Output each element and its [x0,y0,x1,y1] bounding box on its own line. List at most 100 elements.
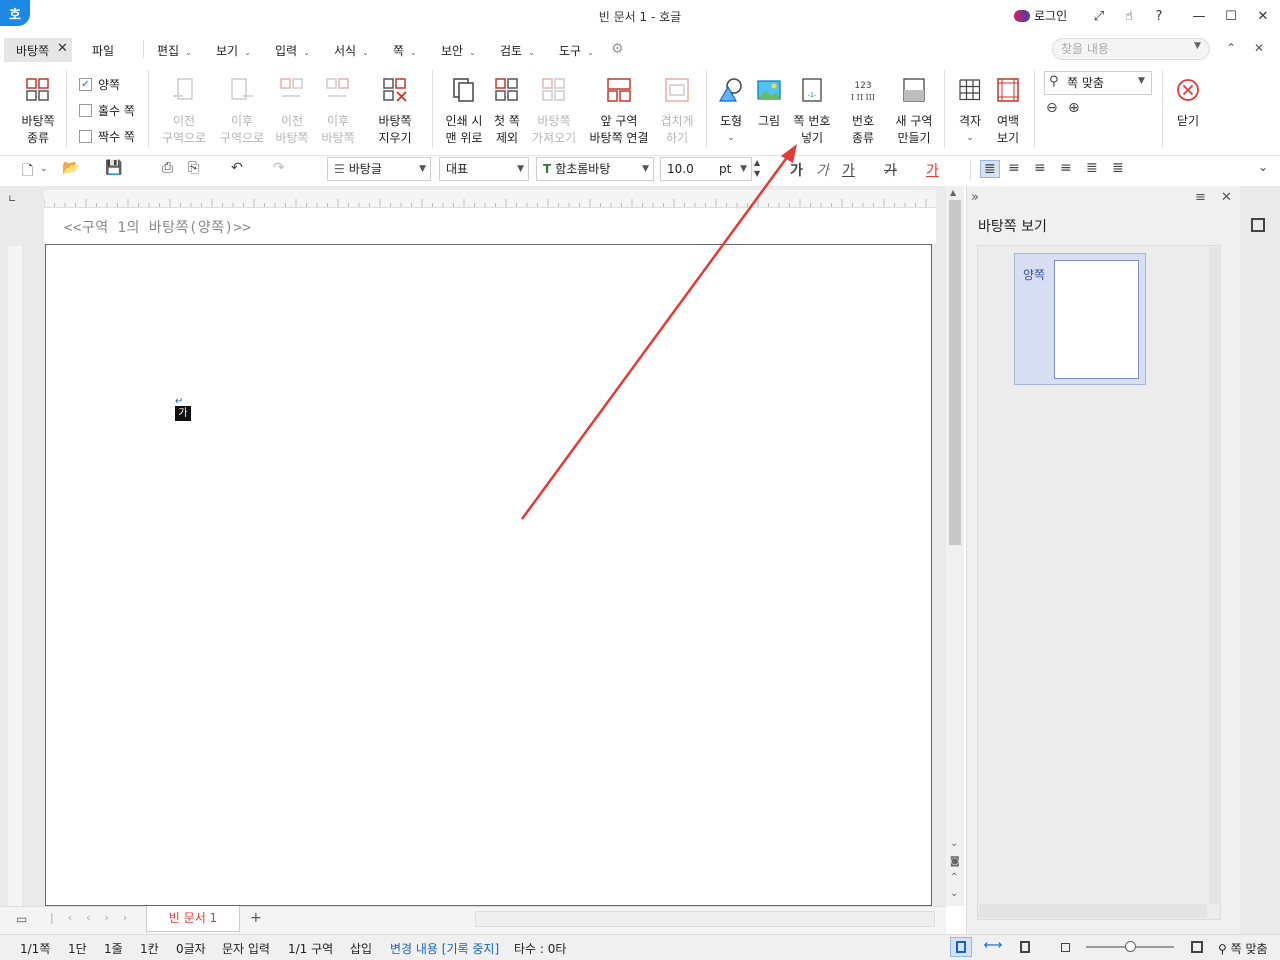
page-select-icon[interactable]: ◙ [950,856,960,867]
menu-view[interactable]: 보기 ⌄ [216,42,251,59]
open-icon[interactable]: 📂 [62,160,79,176]
checkbox-odd[interactable]: 홀수 쪽 [79,102,135,119]
align-justify-icon[interactable]: ≣ [980,160,1000,178]
align-distribute-icon[interactable]: ≣ [1086,160,1098,176]
delete-master-button[interactable]: 바탕쪽 지우기 [370,76,420,147]
align-left-icon[interactable]: ≡ [1008,160,1020,176]
number-type-button[interactable]: 123 I II III 번호 종류 [842,76,884,147]
picture-button[interactable]: 그림 [752,76,786,130]
status-track-changes[interactable]: 변경 내용 [기록 중지] [390,940,499,957]
checkbox-both-box[interactable]: ✓ [79,78,92,91]
add-tab-icon[interactable]: + [250,910,262,926]
grid-button[interactable]: 격자 ⌄ [954,76,986,147]
login-button[interactable]: 로그인 [1014,7,1067,24]
panel-vertical-scrollbar[interactable] [1209,247,1221,904]
style-select[interactable]: ☰ 바탕글 ▼ [327,157,431,181]
margin-view-button[interactable]: 여백 보기 [990,76,1026,147]
share-icon[interactable]: ⚙ [611,41,624,57]
normal-view-icon[interactable] [950,937,972,957]
grid-dropdown-icon[interactable]: ⌄ [954,130,986,147]
undo-icon[interactable]: ↶ [231,160,243,176]
menu-insert[interactable]: 입력 ⌄ [275,42,310,59]
new-doc-icon[interactable]: 🗋 [22,160,33,184]
layout-icon[interactable]: ▭ [16,912,27,926]
vertical-scroll-thumb[interactable] [949,200,961,545]
next-master-button[interactable]: 이후 바탕쪽 [316,76,360,147]
new-section-button[interactable]: 새 구역 만들기 [892,76,936,147]
checkbox-odd-box[interactable] [79,104,92,117]
print-icon[interactable]: ⎙ [162,160,173,176]
insert-page-number-button[interactable]: -1- 쪽 번호 넣기 [790,76,834,147]
status-page[interactable]: 1/1쪽 [20,940,50,957]
menu-format[interactable]: 서식 ⌄ [334,42,369,59]
zoom-slider-handle[interactable] [1125,941,1136,952]
panel-toggle-icon[interactable] [1251,218,1265,232]
print-preview-icon[interactable]: ⎘ [188,160,199,176]
close-window-button[interactable]: ✕ [1252,6,1274,26]
scroll-up-icon[interactable]: ▲ [950,188,956,197]
single-page-icon[interactable] [1054,937,1076,957]
menu-page[interactable]: 쪽 ⌄ [393,42,417,59]
align-divide-icon[interactable]: ≣ [1112,160,1124,176]
strikethrough-icon[interactable]: 가 [884,160,897,180]
zoom-out-icon[interactable]: ⊖ [1046,100,1058,116]
zoom-select[interactable]: 쪽 맞춤 [1044,71,1152,95]
menu-edit[interactable]: 편집 ⌄ [157,42,192,59]
fullscreen-icon[interactable]: ⤢ [1088,6,1110,26]
document-tab[interactable]: 빈 문서 1 [146,906,240,932]
import-master-button[interactable]: 바탕쪽 가져오기 [528,76,580,147]
vertical-ruler[interactable] [8,246,22,906]
menu-file[interactable]: 파일 [92,42,114,59]
font-size-input[interactable]: 10.0 pt ▼ [660,157,752,181]
prev-page-icon[interactable]: ⌃ [950,872,958,883]
master-type-button[interactable]: 바탕쪽 종류 [16,76,60,147]
next-section-button[interactable]: 이후 구역으로 [214,76,270,147]
shape-dropdown-icon[interactable]: ⌄ [714,130,748,147]
close-master-button[interactable]: 닫기 [1170,76,1206,130]
checkbox-even-box[interactable] [79,130,92,143]
menu-security[interactable]: 보안 ⌄ [441,42,476,59]
next-page-icon[interactable]: ⌄ [950,888,958,899]
full-page-icon[interactable] [1014,937,1036,957]
print-on-top-button[interactable]: 인쇄 시 맨 위로 [440,76,488,147]
collapse-ribbon-icon[interactable]: ⌃ [1226,41,1236,55]
minimize-button[interactable]: — [1188,6,1210,26]
panel-close-icon[interactable]: ✕ [1221,190,1232,205]
status-insert[interactable]: 삽입 [350,940,372,957]
zoom-in-icon[interactable]: ⊕ [1068,100,1080,116]
zoom-dropdown-icon[interactable]: ▼ [1138,76,1145,86]
checkbox-both[interactable]: ✓ 양쪽 [79,76,120,93]
shape-button[interactable]: 도형 ⌄ [714,76,748,147]
panel-menu-icon[interactable]: ≡ [1195,190,1206,205]
bold-icon[interactable]: 가 [790,160,803,180]
link-prev-master-button[interactable]: 앞 구역 바탕쪽 연결 [586,76,652,147]
align-center-icon[interactable]: ≡ [1034,160,1046,176]
find-input[interactable]: 찾을 내용 [1052,38,1210,60]
redo-icon[interactable]: ↷ [273,160,285,176]
save-icon[interactable]: 💾 [105,160,122,176]
align-right-icon[interactable]: ≡ [1060,160,1072,176]
font-color-icon[interactable]: 가 [926,160,939,180]
font-size-stepper[interactable]: ▲ ▼ [754,157,760,179]
master-page-edit-area[interactable] [45,244,932,906]
fit-width-icon[interactable]: ⟷ [982,937,1004,957]
menu-review[interactable]: 검토 ⌄ [500,42,535,59]
help-icon[interactable]: ? [1148,6,1170,26]
maximize-button[interactable]: ☐ [1220,6,1242,26]
find-dropdown-icon[interactable]: ▼ [1194,41,1201,51]
font-select[interactable]: T 함초롬바탕 ▼ [536,157,654,181]
toolbar-expand-icon[interactable]: ⌄ [1258,160,1268,174]
close-tab-icon[interactable]: ✕ [57,41,68,56]
italic-icon[interactable]: 가 [816,160,829,180]
checkbox-even[interactable]: 짝수 쪽 [79,128,135,145]
horizontal-scrollbar[interactable] [475,911,935,927]
panel-collapse-icon[interactable]: » [971,190,979,205]
menu-tools[interactable]: 도구 ⌄ [559,42,594,59]
prev-section-button[interactable]: 이전 구역으로 [156,76,212,147]
zoom-box-icon[interactable] [1186,937,1208,957]
tab-stop-icon[interactable]: ∟ [8,194,16,205]
new-doc-dropdown-icon[interactable]: ⌄ [40,164,48,174]
panel-horizontal-scrollbar[interactable] [979,904,1207,918]
scroll-down-icon[interactable]: ⌄ [950,838,958,849]
overlap-button[interactable]: 겹치게 하기 [656,76,698,147]
